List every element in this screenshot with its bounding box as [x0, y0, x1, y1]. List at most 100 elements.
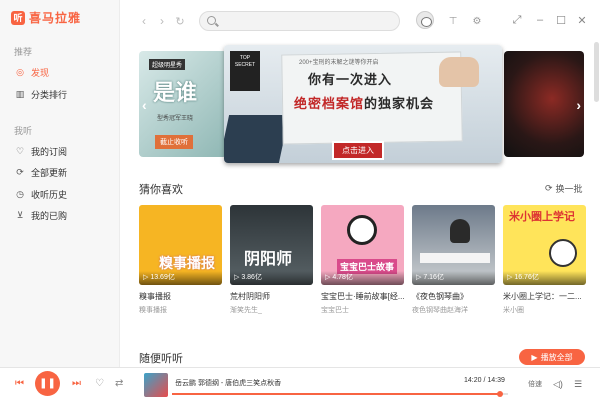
- banner-cta-button[interactable]: 点击进入: [332, 141, 384, 160]
- current-time: 14:20: [464, 377, 482, 384]
- search-input[interactable]: [220, 14, 390, 28]
- banner-hand-decoration: [224, 115, 290, 163]
- banner-main-line1: 你有一次进入: [308, 72, 393, 87]
- speed-button[interactable]: 倍速: [528, 379, 542, 389]
- album-cover[interactable]: 宝宝巴士故事 ▷ 4.78亿: [321, 205, 404, 285]
- guess-card-list: 糗事播报 ▷ 13.69亿 糗事播报 糗事播报 阴阳师 ▷ 3.86亿 荒村阴阳…: [139, 205, 586, 317]
- banner-top-secret-tag: TOP SECRET: [230, 51, 260, 91]
- guess-section-title: 猜你喜欢: [139, 184, 183, 196]
- sidebar-item-discover[interactable]: ◎ 发现: [0, 62, 119, 82]
- piano-keys: [420, 253, 490, 263]
- album-title[interactable]: 米小圈上学记：一二...: [503, 291, 586, 302]
- play-count-value: 3.86亿: [241, 274, 262, 281]
- random-section-title: 随便听听: [139, 353, 183, 365]
- play-count-value: 13.69亿: [150, 274, 175, 281]
- album-cover-text: 米小圈上学记: [509, 211, 575, 223]
- previous-track-icon[interactable]: ⏮: [15, 378, 24, 389]
- volume-icon[interactable]: ◁): [553, 379, 563, 390]
- play-count: ▷ 13.69亿: [139, 271, 222, 285]
- play-count: ▷ 16.76亿: [503, 271, 586, 285]
- banner-main-line2-red: 绝密档案馆: [294, 96, 365, 111]
- gear-icon[interactable]: ⚙: [470, 14, 484, 28]
- banner-prev-arrow-icon[interactable]: ‹: [142, 97, 147, 113]
- mini-mode-icon[interactable]: ⤢: [511, 14, 523, 26]
- back-arrow-icon[interactable]: ‹: [137, 14, 151, 28]
- sidebar-item-label: 分类排行: [31, 89, 68, 100]
- refresh-batch-button[interactable]: ⟳ 换一批: [545, 182, 583, 195]
- pianist-figure: [450, 219, 470, 243]
- album-cover[interactable]: 阴阳师 ▷ 3.86亿: [230, 205, 313, 285]
- album-author[interactable]: 宝宝巴士: [321, 305, 404, 315]
- total-time: 14:39: [487, 377, 505, 384]
- search-box[interactable]: [199, 11, 400, 31]
- album-title[interactable]: 糗事播报: [139, 291, 222, 302]
- progress-knob[interactable]: [496, 391, 503, 397]
- track-title[interactable]: 岳云鹏 郭德纲 - 唐伯虎三笑点秋香: [175, 378, 281, 388]
- play-all-button[interactable]: ▶ 播放全部: [519, 349, 585, 365]
- play-count: ▷ 4.78亿: [321, 271, 404, 285]
- sidebar-item-label: 收听历史: [31, 189, 68, 200]
- album-card[interactable]: ▷ 7.16亿 《夜色钢琴曲》 夜色钢琴曲赵海洋: [412, 205, 495, 315]
- banner-left-title: 是谁: [153, 80, 198, 105]
- album-author[interactable]: 糗事播报: [139, 305, 222, 315]
- top-bar: ‹ › ↻ ⊤ ⚙ ⤢ – ☐ ✕: [120, 0, 600, 42]
- album-title[interactable]: 荒村阴阳师: [230, 291, 313, 302]
- like-heart-icon[interactable]: ♡: [95, 378, 104, 389]
- album-cover[interactable]: ▷ 7.16亿: [412, 205, 495, 285]
- track-time: 14:20 / 14:39: [464, 377, 505, 384]
- play-count-value: 7.16亿: [423, 274, 444, 281]
- play-all-label: 播放全部: [540, 352, 573, 362]
- banner-hand2-decoration: [439, 57, 479, 87]
- ranking-icon: ▥: [15, 88, 25, 99]
- album-cover[interactable]: 糗事播报 ▷ 13.69亿: [139, 205, 222, 285]
- album-author[interactable]: 米小圈: [503, 305, 586, 315]
- playlist-icon[interactable]: ☰: [574, 379, 582, 390]
- refresh-batch-label: 换一批: [555, 184, 583, 194]
- sidebar-item-all-updates[interactable]: ⟳ 全部更新: [0, 162, 119, 182]
- banner-next-arrow-icon[interactable]: ›: [576, 97, 581, 113]
- album-title[interactable]: 宝宝巴士·睡前故事[经...: [321, 291, 404, 302]
- progress-bar[interactable]: [172, 391, 508, 397]
- album-author[interactable]: 夜色钢琴曲赵海洋: [412, 305, 495, 315]
- track-cover[interactable]: [144, 373, 168, 397]
- sidebar-item-purchased[interactable]: ⊻ 我的已购: [0, 205, 119, 225]
- reload-icon[interactable]: ↻: [173, 14, 187, 28]
- progress-fill: [172, 393, 500, 395]
- album-title[interactable]: 《夜色钢琴曲》: [412, 291, 495, 302]
- banner-main-slide[interactable]: TOP SECRET 200+宝刑的末解之谜等你开启 你有一次进入 绝密档案馆的独…: [224, 45, 502, 163]
- pause-button[interactable]: ❚❚: [35, 371, 60, 396]
- banner-left-subtitle: 型秀冠军王晓: [157, 116, 194, 122]
- banner-left-slide[interactable]: 超级明星秀 是谁 型秀冠军王晓 截止收听: [139, 51, 227, 157]
- compass-icon: ◎: [16, 66, 24, 77]
- close-icon[interactable]: ✕: [576, 14, 588, 27]
- search-icon: [207, 16, 216, 25]
- album-cover[interactable]: 米小圈上学记 ▷ 16.76亿: [503, 205, 586, 285]
- clock-icon: ◷: [16, 188, 24, 199]
- loop-mode-icon[interactable]: ⇄: [115, 378, 123, 389]
- logo-mark-icon: 听: [11, 10, 25, 25]
- minimize-icon[interactable]: –: [534, 14, 546, 26]
- album-cover-text: 阴阳师: [244, 251, 293, 268]
- album-card[interactable]: 糗事播报 ▷ 13.69亿 糗事播报 糗事播报: [139, 205, 222, 315]
- refresh-circle-icon: ⟳: [16, 166, 24, 177]
- scrollbar[interactable]: [594, 42, 599, 102]
- sidebar-item-ranking[interactable]: ▥ 分类排行: [0, 84, 119, 104]
- forward-arrow-icon[interactable]: ›: [155, 14, 169, 28]
- sidebar-item-subscriptions[interactable]: ♡ 我的订阅: [0, 141, 119, 161]
- banner-carousel[interactable]: 超级明星秀 是谁 型秀冠军王晓 截止收听 TOP SECRET 200+宝刑的末解…: [139, 45, 584, 163]
- album-card[interactable]: 宝宝巴士故事 ▷ 4.78亿 宝宝巴士·睡前故事[经... 宝宝巴士: [321, 205, 404, 315]
- album-author[interactable]: 渐笑先生_: [230, 305, 313, 315]
- sidebar-item-history[interactable]: ◷ 收听历史: [0, 184, 119, 204]
- banner-right-slide[interactable]: [504, 51, 584, 157]
- play-icon: ▶: [531, 352, 538, 362]
- app-logo[interactable]: 听 喜马拉雅: [11, 9, 81, 26]
- next-track-icon[interactable]: ⏭: [72, 378, 81, 389]
- boy-illustration: [549, 239, 577, 267]
- sidebar-item-label: 我的订阅: [31, 146, 68, 157]
- avatar[interactable]: [416, 11, 434, 29]
- album-card[interactable]: 米小圈上学记 ▷ 16.76亿 米小圈上学记：一二... 米小圈: [503, 205, 586, 315]
- skin-icon[interactable]: ⊤: [446, 14, 460, 28]
- maximize-icon[interactable]: ☐: [555, 14, 567, 27]
- album-card[interactable]: 阴阳师 ▷ 3.86亿 荒村阴阳师 渐笑先生_: [230, 205, 313, 315]
- panda-icon: [347, 215, 377, 245]
